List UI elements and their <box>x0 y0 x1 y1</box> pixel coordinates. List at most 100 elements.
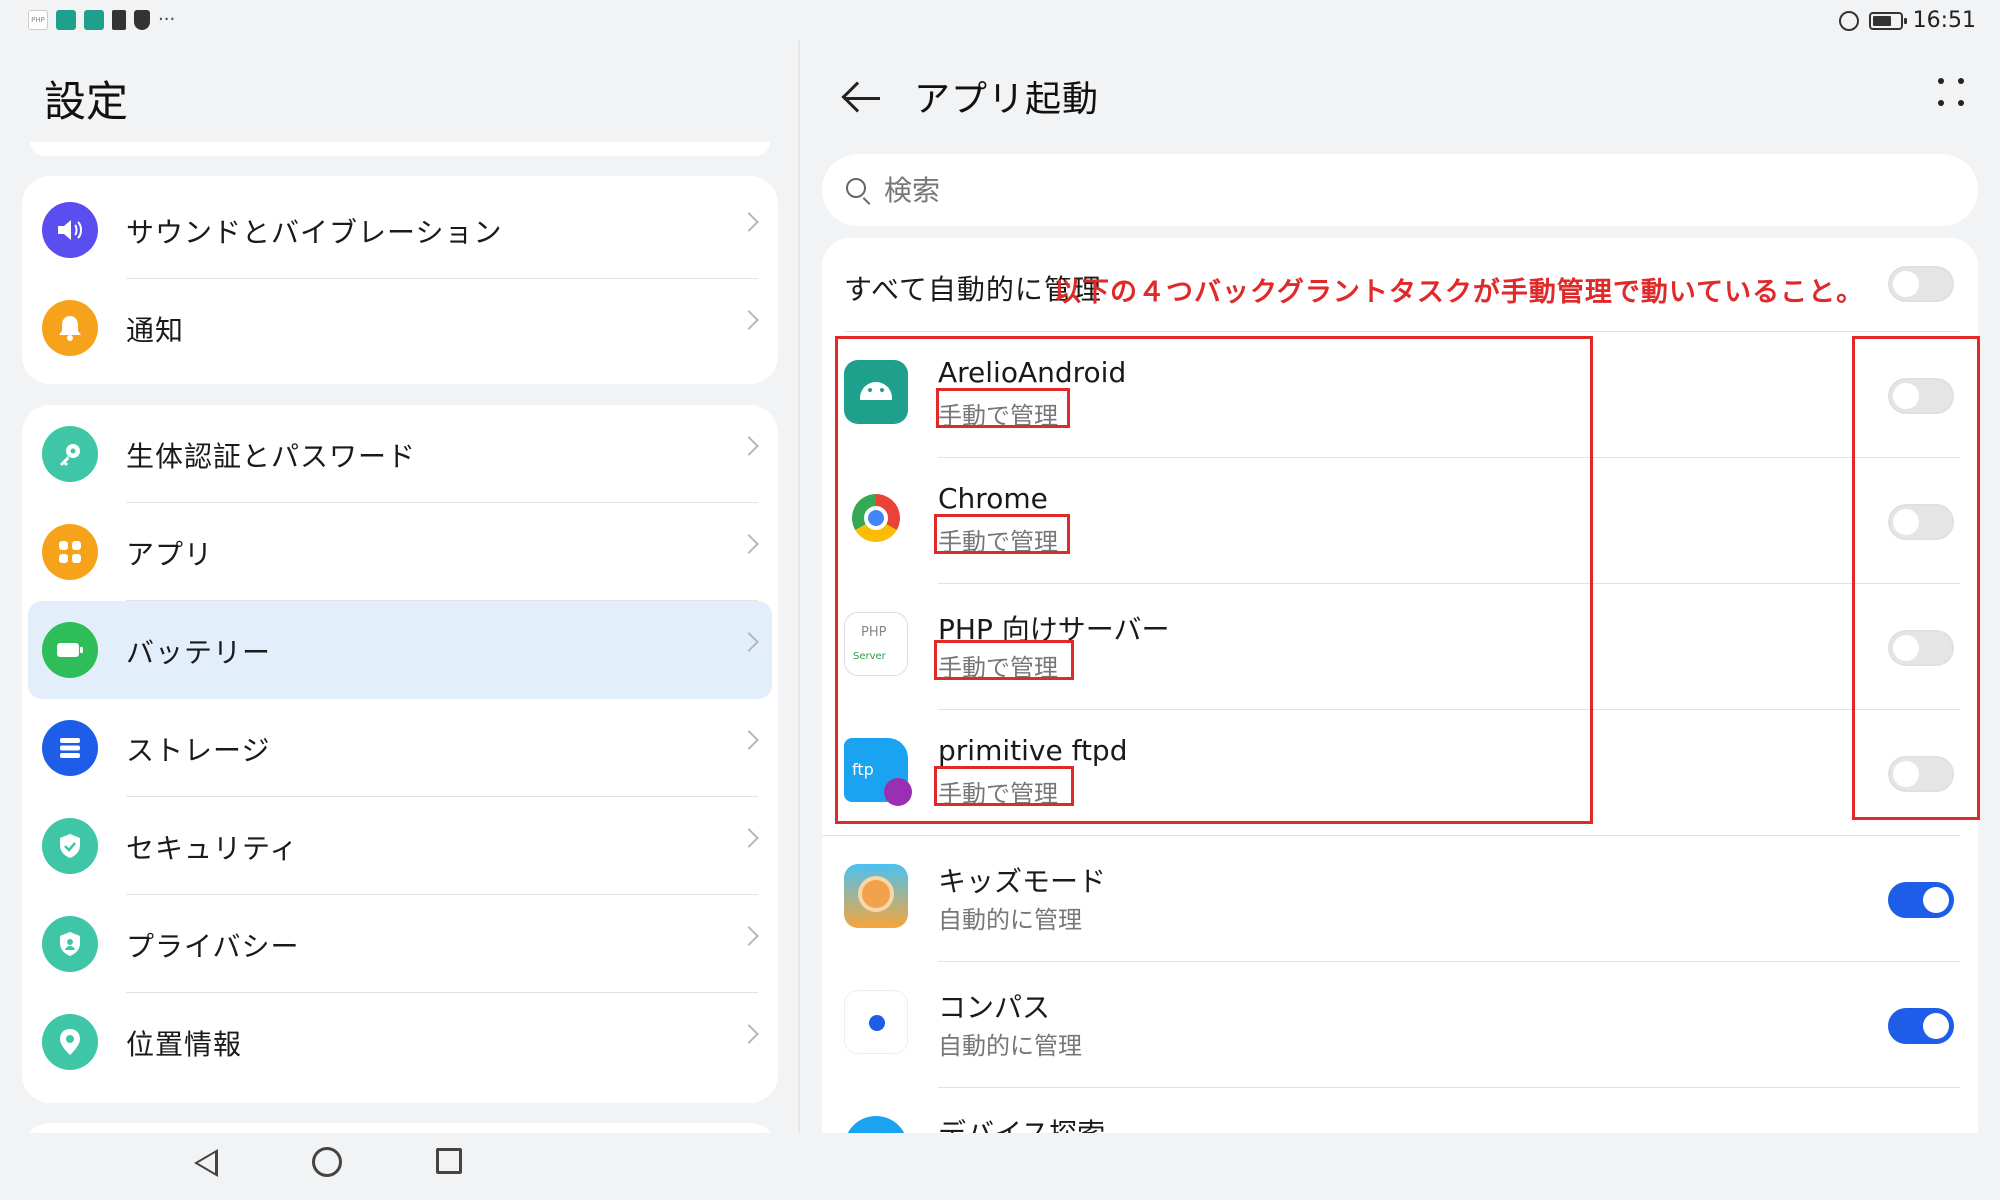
app-row-chrome[interactable]: Chrome 手動で管理 <box>822 458 1978 584</box>
app-row-device-search[interactable]: デバイス探索 <box>822 1088 1978 1133</box>
app-name: PHP 向けサーバー <box>938 613 1170 646</box>
ftp-icon: ftp <box>844 738 912 806</box>
php-server-icon: PHP Server <box>844 612 908 676</box>
rotation-lock-icon <box>1838 10 1859 31</box>
app-row-primitive-ftpd[interactable]: ftp primitive ftpd 手動で管理 <box>822 710 1978 836</box>
android-icon <box>56 10 76 30</box>
previous-card-edge <box>30 142 770 156</box>
document-icon <box>112 10 126 30</box>
app-row-kids-mode[interactable]: キッズモード 自動的に管理 <box>822 836 1978 962</box>
android-app-icon <box>844 360 908 424</box>
app-row-php-server[interactable]: PHP Server PHP 向けサーバー 手動で管理 <box>822 584 1978 710</box>
battery-icon <box>42 622 98 678</box>
settings-item-apps[interactable]: アプリ <box>22 503 778 601</box>
speaker-icon <box>42 202 98 258</box>
security-icon <box>42 818 98 874</box>
more-icon: ··· <box>158 9 176 30</box>
app-list: すべて自動的に管理 以下の４つバックグラントタスクが手動管理で動いていること。 … <box>822 238 1978 1133</box>
app-name: キッズモード <box>938 865 1107 898</box>
settings-item-sound[interactable]: サウンドとバイブレーション <box>22 181 778 279</box>
chevron-right-icon <box>739 212 759 232</box>
app-status: 自動的に管理 <box>938 1032 1082 1060</box>
app-status: 自動的に管理 <box>938 906 1082 934</box>
settings-card-sound-notify: サウンドとバイブレーション 通知 <box>22 176 778 384</box>
search-input[interactable] <box>884 168 1934 212</box>
settings-item-location[interactable]: 位置情報 <box>22 993 778 1091</box>
settings-item-notifications[interactable]: 通知 <box>22 279 778 377</box>
settings-item-label: プライバシー <box>126 930 300 963</box>
nav-back-icon[interactable] <box>194 1149 218 1177</box>
nav-home-icon[interactable] <box>312 1147 342 1177</box>
chevron-right-icon <box>739 310 759 330</box>
ftp-icon-text: ftp <box>852 760 874 779</box>
settings-item-label: バッテリー <box>126 636 272 669</box>
clock: 16:51 <box>1912 8 1976 33</box>
wifi-badge-icon <box>884 778 912 806</box>
page-title: 設定 <box>44 77 129 126</box>
app-name: コンパス <box>938 991 1051 1024</box>
settings-item-label: 位置情報 <box>126 1028 243 1061</box>
chevron-right-icon <box>739 926 759 946</box>
chevron-right-icon <box>739 730 759 750</box>
app-name: primitive ftpd <box>938 734 1128 767</box>
app-status: 手動で管理 <box>938 528 1058 556</box>
php-icon-text: PHP <box>861 625 887 640</box>
settings-item-battery[interactable]: バッテリー <box>28 601 772 699</box>
chrome-icon <box>852 494 900 542</box>
settings-item-security[interactable]: セキュリティ <box>22 797 778 895</box>
app-status: 手動で管理 <box>938 780 1058 808</box>
search-icon <box>846 178 866 198</box>
chevron-right-icon <box>739 534 759 554</box>
annotation-text: 以下の４つバックグラントタスクが手動管理で動いていること。 <box>1054 277 1865 308</box>
chevron-right-icon <box>739 828 759 848</box>
settings-item-privacy[interactable]: プライバシー <box>22 895 778 993</box>
android-icon <box>84 10 104 30</box>
device-search-icon <box>844 1116 908 1133</box>
status-bar: PHP ··· 16:51 <box>0 0 2000 40</box>
app-toggle[interactable] <box>1888 504 1954 540</box>
settings-item-label: サウンドとバイブレーション <box>126 216 503 249</box>
more-options-button[interactable] <box>1936 74 1970 114</box>
app-toggle[interactable] <box>1888 378 1954 414</box>
settings-item-label: 通知 <box>126 314 185 347</box>
manage-all-row[interactable]: すべて自動的に管理 以下の４つバックグラントタスクが手動管理で動いていること。 <box>822 238 1978 332</box>
settings-item-biometrics[interactable]: 生体認証とパスワード <box>22 405 778 503</box>
shield-icon <box>134 10 150 30</box>
server-icon-text: Server <box>853 651 886 662</box>
manage-all-toggle[interactable] <box>1888 266 1954 302</box>
php-server-icon: PHP <box>28 10 48 30</box>
settings-item-label: セキュリティ <box>126 832 299 865</box>
battery-icon <box>1868 11 1907 30</box>
app-row-arelioandroid[interactable]: ArelioAndroid 手動で管理 <box>822 332 1978 458</box>
app-status: 手動で管理 <box>938 402 1058 430</box>
storage-icon <box>42 720 98 776</box>
app-toggle[interactable] <box>1888 630 1954 666</box>
app-name: ArelioAndroid <box>938 356 1127 389</box>
app-launch-pane: アプリ起動 すべて自動的に管理 以下の４つバックグラントタスクが手動管理で動いて… <box>800 40 2000 1133</box>
status-left-icons: PHP ··· <box>28 10 175 30</box>
back-button[interactable] <box>840 78 884 118</box>
search-bar[interactable] <box>822 154 1978 226</box>
app-toggle[interactable] <box>1888 756 1954 792</box>
chevron-right-icon <box>739 632 759 652</box>
settings-pane: 設定 サウンドとバイブレーション 通知 生体認証とパスワード アプリ バッテリー… <box>0 40 800 1163</box>
chevron-right-icon <box>739 1024 759 1044</box>
app-name: Chrome <box>938 482 1048 515</box>
settings-item-storage[interactable]: ストレージ <box>22 699 778 797</box>
settings-item-label: アプリ <box>126 538 214 571</box>
app-toggle[interactable] <box>1888 882 1954 918</box>
location-icon <box>42 1014 98 1070</box>
privacy-icon <box>42 916 98 972</box>
nav-recents-icon[interactable] <box>436 1148 462 1174</box>
app-toggle[interactable] <box>1888 1008 1954 1044</box>
settings-item-label: ストレージ <box>126 734 271 767</box>
bell-icon <box>42 300 98 356</box>
key-icon <box>42 426 98 482</box>
navigation-bar <box>0 1133 2000 1200</box>
arrow-left-icon-head <box>841 81 873 113</box>
app-status: 手動で管理 <box>938 654 1058 682</box>
app-row-compass[interactable]: コンパス 自動的に管理 <box>822 962 1978 1088</box>
status-right: 16:51 <box>1838 8 1976 33</box>
kids-mode-icon <box>844 864 908 928</box>
app-name: デバイス探索 <box>938 1112 1105 1133</box>
